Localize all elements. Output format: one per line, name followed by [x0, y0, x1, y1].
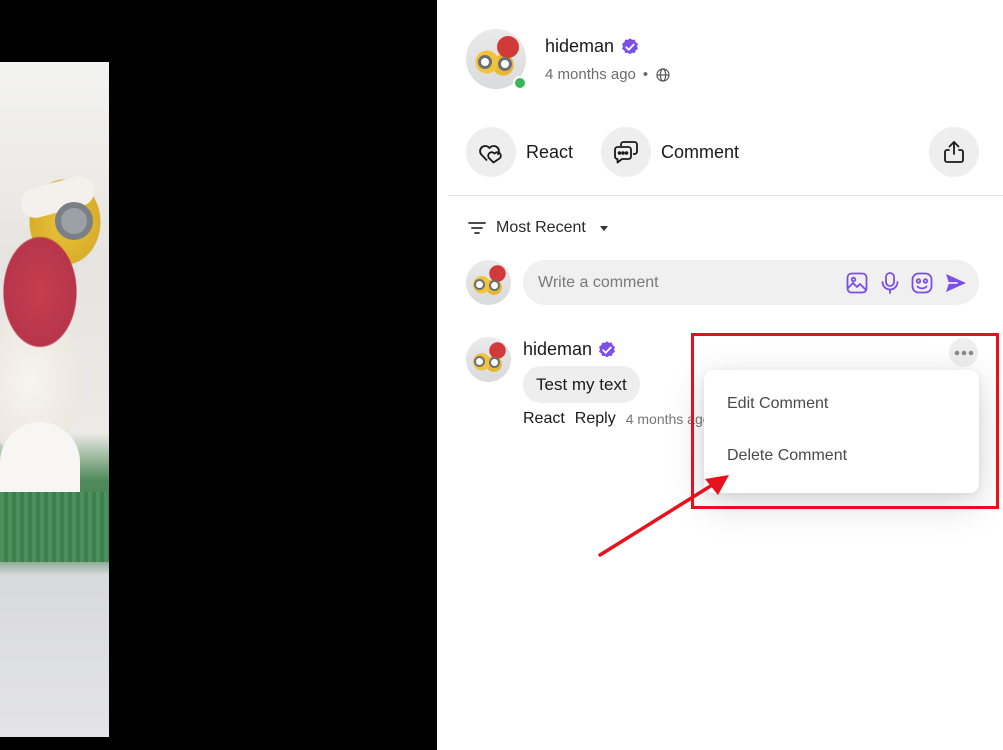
section-divider	[448, 195, 1003, 196]
composer-avatar	[466, 260, 511, 305]
comment-sort-dropdown[interactable]: Most Recent	[468, 219, 608, 237]
comment-author-name[interactable]: hideman	[523, 339, 592, 360]
online-status-indicator	[513, 76, 527, 90]
react-button[interactable]: React	[466, 127, 573, 177]
emoji-button[interactable]	[909, 270, 935, 296]
caret-down-icon	[599, 225, 608, 231]
comment-author-avatar[interactable]	[466, 337, 511, 382]
globe-icon	[656, 67, 670, 82]
comment-input[interactable]	[538, 260, 838, 305]
image-icon	[846, 272, 868, 294]
image-goggle	[55, 202, 93, 240]
comment-button[interactable]: Comment	[601, 127, 739, 177]
share-button[interactable]	[929, 127, 979, 177]
comment-bubbles-icon	[614, 141, 638, 164]
post-image	[0, 62, 109, 737]
post-author: hideman	[545, 36, 640, 57]
post-meta: 4 months ago •	[545, 66, 671, 83]
verified-badge-icon	[622, 37, 638, 54]
media-viewer	[0, 0, 437, 750]
verified-badge-icon	[599, 340, 615, 357]
send-icon	[946, 274, 966, 292]
comment-actions: React Reply 4 months ago	[523, 410, 711, 428]
react-icon-wrap	[466, 127, 516, 177]
comment-reply-link[interactable]: Reply	[575, 410, 616, 428]
post-timestamp[interactable]: 4 months ago	[545, 66, 636, 83]
voice-record-button[interactable]	[877, 270, 903, 296]
share-upload-icon	[944, 141, 964, 163]
annotation-highlight-box	[691, 333, 999, 509]
annotation-arrow-icon	[598, 475, 729, 557]
share-icon-wrap	[929, 127, 979, 177]
meta-separator: •	[642, 66, 649, 83]
app-window: hideman 4 months ago • React Comment Mos…	[0, 0, 1003, 750]
heart-react-icon	[479, 145, 502, 164]
post-action-bar: React Comment	[466, 127, 979, 179]
react-button-label: React	[526, 141, 574, 162]
sort-filter-icon	[468, 222, 486, 234]
comment-composer	[523, 260, 979, 305]
emoji-icon	[911, 272, 933, 294]
sort-label: Most Recent	[496, 219, 586, 236]
image-skirt	[0, 492, 109, 562]
comment-author: hideman	[523, 339, 617, 360]
post-author-name[interactable]: hideman	[545, 36, 614, 57]
send-comment-button[interactable]	[943, 270, 969, 296]
comment-icon-wrap	[601, 127, 651, 177]
comment-text: Test my text	[536, 374, 627, 394]
post-details-panel: hideman 4 months ago • React Comment Mos…	[437, 0, 1003, 750]
comment-button-label: Comment	[661, 141, 740, 162]
microphone-icon	[881, 272, 899, 294]
comment-react-link[interactable]: React	[523, 410, 565, 428]
comment-text-bubble: Test my text	[523, 366, 640, 403]
attach-image-button[interactable]	[844, 270, 870, 296]
